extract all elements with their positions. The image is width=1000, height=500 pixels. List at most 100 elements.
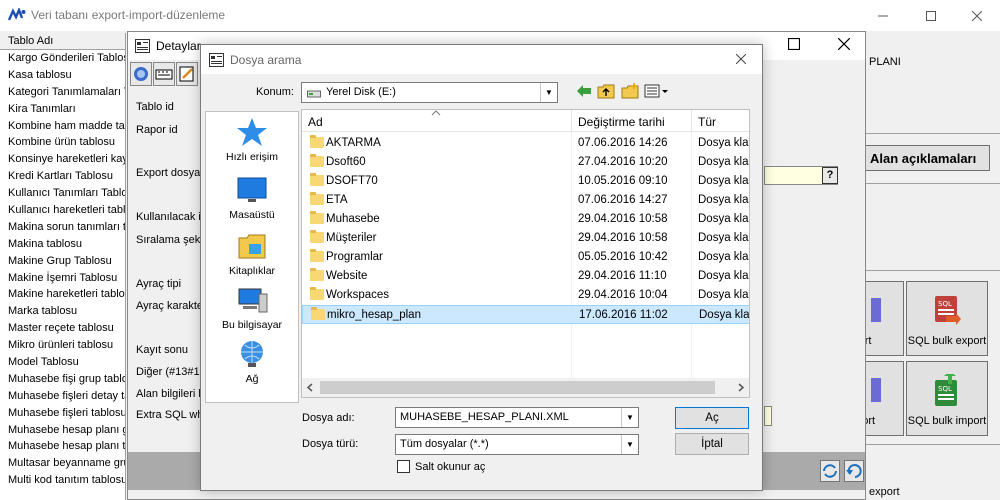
table-list-item[interactable]: Muhasebe hesap planı grup [0,422,125,439]
file-row[interactable]: AKTARMA 07.06.2016 14:26 Dosya klasörü [302,134,749,153]
edit-tool-button[interactable] [176,62,198,86]
alan-aciklamalari-button[interactable]: Alan açıklamaları [860,145,990,171]
file-row[interactable]: mikro_hesap_plan 17.06.2016 11:02 Dosya kl… [302,305,750,324]
app-logo-icon [8,8,26,21]
computer-icon [235,284,269,316]
readonly-checkbox[interactable] [397,460,410,473]
table-list-item[interactable]: Master reçete tablosu [0,320,125,337]
filetype-combo[interactable]: Tüm dosyalar (*.*) ▼ [395,434,639,455]
chevron-down-icon[interactable]: ▼ [540,83,557,102]
folder-icon [310,268,324,281]
table-list[interactable]: Tablo Adı Kargo Gönderileri Tablosu Kasa … [0,33,126,500]
file-row[interactable]: DSOFT70 10.05.2016 09:10 Dosya klasörü [302,172,749,191]
table-list-item[interactable]: Makine Grup Tablosu [0,253,125,270]
file-row[interactable]: ETA 07.06.2016 14:27 Dosya klasörü [302,191,749,210]
column-name-header[interactable]: Ad [308,115,323,129]
table-list-item[interactable]: Kullanıcı Tanımları Tablosu [0,185,125,202]
file-row[interactable]: Workspaces 29.04.2016 10:04 Dosya klasörü [302,286,749,305]
view-list-icon [644,84,668,98]
place-star[interactable]: Hızlı erişim [206,116,298,163]
extra-sql-field[interactable] [764,406,772,426]
chevron-down-icon[interactable]: ▼ [621,408,638,427]
file-name: DSOFT70 [326,175,378,187]
table-list-rows: Kargo Gönderileri Tablosu Kasa tablosu Kat… [0,50,125,489]
readonly-label: Salt okunur aç [415,461,486,473]
column-type-header[interactable]: Tür [698,115,716,129]
table-list-item[interactable]: Konsinye hareketleri kayıtları [0,151,125,168]
detaylar-close-button[interactable] [837,37,858,54]
table-list-item[interactable]: Kasa tablosu [0,67,125,84]
horizontal-scrollbar[interactable] [302,378,749,397]
table-list-item[interactable]: Kullanıcı hareketleri tablosu [0,202,125,219]
table-list-item[interactable]: Kategori Tanımlamaları Tablosu [0,84,125,101]
file-row[interactable]: Dsoft60 27.04.2016 10:20 Dosya klasörü [302,153,749,172]
main-titlebar: Veri tabanı export-import-düzenleme [0,0,1000,31]
folder-icon [310,211,324,224]
table-list-header[interactable]: Tablo Adı [0,33,125,50]
refresh-button[interactable] [820,460,840,482]
view-menu-button[interactable] [644,83,670,103]
minimize-button[interactable] [860,0,906,31]
file-dialog-close-button[interactable] [728,49,754,71]
table-list-item[interactable]: Multasar beyanname grup [0,455,125,472]
table-list-item[interactable]: Makina sorun tanımları tablosu [0,219,125,236]
chevron-down-icon[interactable]: ▼ [621,435,638,454]
close-button[interactable] [954,0,1000,31]
place-desktop[interactable]: Masaüstü [206,174,298,221]
table-list-item[interactable]: Mikro ürünleri tablosu [0,337,125,354]
alan-bilgileri-label: Alan bilgileri ka [136,388,210,400]
maximize-button[interactable] [908,0,954,31]
place-computer[interactable]: Bu bilgisayar [206,284,298,331]
file-type: Dosya klasörü [698,270,749,282]
column-date-header[interactable]: Değiştirme tarihi [578,115,665,129]
file-date: 29.04.2016 10:58 [578,213,668,225]
table-list-item[interactable]: Kargo Gönderileri Tablosu [0,50,125,67]
filename-value[interactable]: MUHASEBE_HESAP_PLANI.XML [400,411,569,423]
file-row[interactable]: Programlar 05.05.2016 10:42 Dosya klasörü [302,248,749,267]
up-folder-icon [597,84,615,99]
table-list-item[interactable]: Muhasebe hesap planı tablosu [0,438,125,455]
filename-combo[interactable]: MUHASEBE_HESAP_PLANI.XML ▼ [395,407,639,428]
scroll-left-icon[interactable] [306,383,314,392]
file-date: 29.04.2016 11:10 [578,270,667,282]
file-list[interactable]: Ad Değiştirme tarihi Tür AKTARMA 07.06.20… [301,109,750,398]
cancel-button[interactable]: İptal [675,433,749,455]
table-list-item[interactable]: Muhasebe fişleri tablosu [0,405,125,422]
file-type: Dosya klasörü [699,309,750,321]
open-button[interactable]: Aç [675,407,749,429]
table-list-item[interactable]: Kombine ürün tablosu [0,134,125,151]
table-list-item[interactable]: Multi kod tanıtım tablosu [0,472,125,489]
undo-button[interactable] [844,460,864,482]
up-folder-button[interactable] [596,83,616,103]
file-date: 27.04.2016 10:20 [578,156,668,168]
place-libraries[interactable]: Kitaplıklar [206,230,298,277]
table-list-item[interactable]: Muhasebe fişi grup tablosu [0,371,125,388]
new-folder-button[interactable] [620,83,640,103]
table-list-item[interactable]: Muhasebe fişleri detay tablosu [0,388,125,405]
folder-icon [310,249,324,262]
browse-help-button[interactable]: ? [822,167,838,184]
place-network[interactable]: Ağ [206,338,298,385]
detaylar-maximize-button[interactable] [787,37,808,54]
back-button[interactable] [574,83,594,103]
table-list-item[interactable]: Model Tablosu [0,354,125,371]
location-combo[interactable]: Yerel Disk (E:) ▼ [301,82,558,103]
table-list-item[interactable]: Makine hareketleri tablosu [0,286,125,303]
file-row[interactable]: Website 29.04.2016 11:10 Dosya klasörü [302,267,749,286]
scroll-right-icon[interactable] [737,383,745,392]
table-list-item[interactable]: Kombine ham madde tablosu [0,118,125,135]
file-row[interactable]: Müşteriler 29.04.2016 10:58 Dosya klasörü [302,229,749,248]
table-list-item[interactable]: Marka tablosu [0,303,125,320]
table-list-item[interactable]: Makina tablosu [0,236,125,253]
file-row[interactable]: Muhasebe 29.04.2016 10:58 Dosya klasörü [302,210,749,229]
diger-label: Diğer (#13#1 [136,366,200,378]
sql-bulk-import-button[interactable]: SQL SQL bulk import [906,361,988,436]
scrollbar-thumb[interactable] [320,381,715,394]
file-dialog-titlebar: Dosya arama [201,45,762,74]
table-list-item[interactable]: Kira Tanımları [0,101,125,118]
table-list-item[interactable]: Makine İşemri Tablosu [0,270,125,287]
table-list-item[interactable]: Kredi Kartları Tablosu [0,168,125,185]
sql-bulk-export-button[interactable]: SQL SQL bulk export [906,281,988,356]
keyboard-tool-button[interactable] [153,62,175,86]
help-tool-button[interactable] [130,62,152,86]
